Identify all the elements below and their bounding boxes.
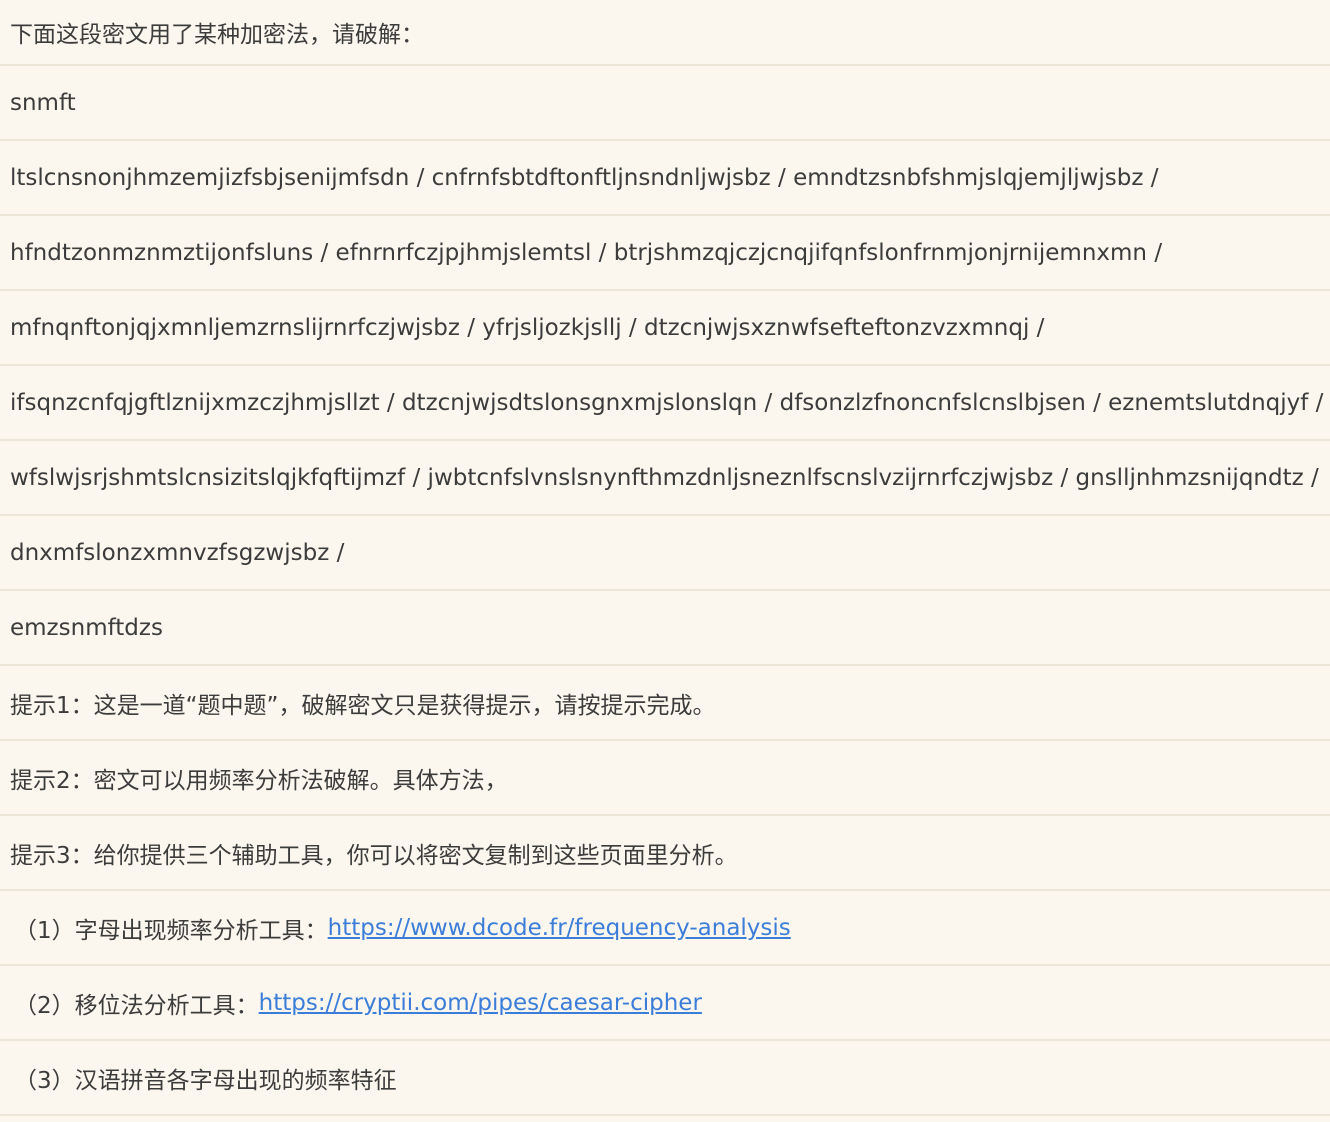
cipher-text: ltslcnsnonjhmzemjizfsbjsenijmfsdn / cnfr… <box>10 164 1159 191</box>
caesar-cipher-link[interactable]: https://cryptii.com/pipes/caesar-cipher <box>259 990 702 1016</box>
hint-line: 提示2：密文可以用频率分析法破解。具体方法， <box>0 741 1330 816</box>
cipher-text: dnxmfslonzxmnvzfsgzwjsbz / <box>10 539 345 566</box>
cipher-line: ifsqnzcnfqjgftlznijxmzczjhmjsllzt / dtzc… <box>0 366 1330 441</box>
tool-label: （1）字母出现频率分析工具： <box>14 917 328 944</box>
cipher-text: wfslwjsrjshmtslcnsizitslqjkfqftijmzf / j… <box>10 464 1319 491</box>
cipher-text: emzsnmftdzs <box>10 614 163 641</box>
cipher-text: mfnqnftonjqjxmnljemzrnslijrnrfczjwjsbz /… <box>10 314 1045 341</box>
hint-line: 提示3：给你提供三个辅助工具，你可以将密文复制到这些页面里分析。 <box>0 816 1330 891</box>
tool-line: （3）汉语拼音各字母出现的频率特征 <box>0 1041 1330 1116</box>
cipher-line: dnxmfslonzxmnvzfsgzwjsbz / <box>0 516 1330 591</box>
tool-label: （3）汉语拼音各字母出现的频率特征 <box>14 1067 397 1094</box>
hint-text: 提示2：密文可以用频率分析法破解。具体方法， <box>10 767 508 794</box>
cipher-line: mfnqnftonjqjxmnljemzrnslijrnrfczjwjsbz /… <box>0 291 1330 366</box>
hint-text: 提示1：这是一道“题中题”，破解密文只是获得提示，请按提示完成。 <box>10 692 716 719</box>
tool-line: （1）字母出现频率分析工具： https://www.dcode.fr/frequ… <box>0 891 1330 966</box>
document: 下面这段密文用了某种加密法，请破解： snmft ltslcnsnonjhmze… <box>0 0 1330 1116</box>
cipher-text: hfndtzonmznmztijonfsluns / efnrnrfczjpjh… <box>10 239 1163 266</box>
cipher-line: snmft <box>0 66 1330 141</box>
hint-text: 提示3：给你提供三个辅助工具，你可以将密文复制到这些页面里分析。 <box>10 842 738 869</box>
cipher-text: ifsqnzcnfqjgftlznijxmzczjhmjsllzt / dtzc… <box>10 389 1324 416</box>
tool-label: （2）移位法分析工具： <box>14 992 259 1019</box>
intro-text: 下面这段密文用了某种加密法，请破解： <box>10 22 424 48</box>
cipher-line: hfndtzonmznmztijonfsluns / efnrnrfczjpjh… <box>0 216 1330 291</box>
cipher-line: ltslcnsnonjhmzemjizfsbjsenijmfsdn / cnfr… <box>0 141 1330 216</box>
frequency-analysis-link[interactable]: https://www.dcode.fr/frequency-analysis <box>328 915 791 941</box>
cipher-text: snmft <box>10 89 76 116</box>
hint-line: 提示1：这是一道“题中题”，破解密文只是获得提示，请按提示完成。 <box>0 666 1330 741</box>
tool-line: （2）移位法分析工具： https://cryptii.com/pipes/cae… <box>0 966 1330 1041</box>
cipher-line: wfslwjsrjshmtslcnsizitslqjkfqftijmzf / j… <box>0 441 1330 516</box>
cipher-line: emzsnmftdzs <box>0 591 1330 666</box>
intro-line: 下面这段密文用了某种加密法，请破解： <box>0 0 1330 66</box>
